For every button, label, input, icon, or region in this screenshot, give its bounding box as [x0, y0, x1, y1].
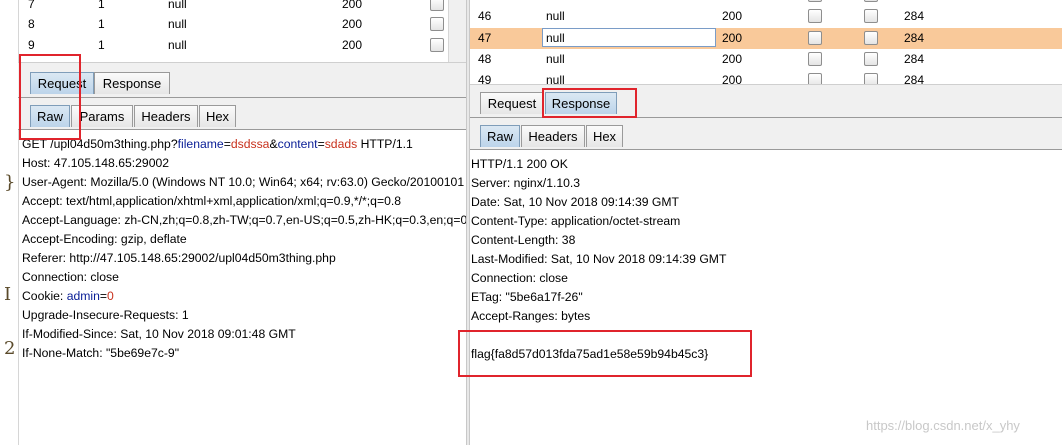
row-col2: 1: [98, 17, 105, 31]
tab-request[interactable]: Request: [480, 92, 544, 114]
row-checkbox[interactable]: [808, 52, 822, 66]
response-header-line: Server: nginx/1.10.3: [471, 176, 581, 190]
table-row[interactable]: 49 null 200 284: [470, 70, 1062, 84]
row-status: 200: [722, 31, 743, 45]
row-payload: null: [546, 52, 565, 66]
response-header-line: Accept-Ranges: bytes: [471, 309, 591, 323]
left-pane: } I 2 7 1 null 200 8 1 null 200 9 1 null…: [0, 0, 466, 445]
response-header-line: Date: Sat, 10 Nov 2018 09:14:39 GMT: [471, 195, 679, 209]
gutter-glyph: }: [4, 172, 16, 193]
row-checkbox[interactable]: [808, 31, 822, 45]
request-header-line: User-Agent: Mozilla/5.0 (Windows NT 10.0…: [22, 175, 466, 189]
row-status: 200: [722, 0, 742, 2]
request-raw-editor[interactable]: GET /upl04d50m3thing.php?filename=dsdssa…: [18, 130, 466, 445]
row-status: 200: [722, 73, 743, 84]
right-sub-tabbar: Raw Headers Hex: [470, 118, 1062, 150]
row-status: 200: [342, 17, 363, 31]
row-col2: 1: [98, 38, 105, 52]
tab-headers[interactable]: Headers: [134, 105, 198, 127]
left-main-tabbar: Request Response: [18, 68, 466, 98]
row-status: 200: [342, 38, 363, 52]
table-row-selected[interactable]: 47 null 200 284: [470, 28, 1062, 49]
table-row[interactable]: 8 1 null 200: [18, 14, 448, 35]
row-status: 200: [342, 0, 363, 11]
row-checkbox[interactable]: [430, 38, 444, 52]
gutter-glyph: 2: [4, 338, 16, 359]
request-header-line: Accept-Encoding: gzip, deflate: [22, 232, 187, 246]
annotation-box: [19, 54, 81, 140]
request-cookie-line: Cookie: admin=0: [22, 289, 114, 303]
table-row[interactable]: 46 null 200 284: [470, 6, 1062, 27]
response-raw-editor[interactable]: HTTP/1.1 200 OK Server: nginx/1.10.3 Dat…: [470, 150, 1062, 445]
request-header-line: Host: 47.105.148.65:29002: [22, 156, 170, 170]
row-number: 46: [478, 9, 492, 23]
row-payload: null: [546, 31, 565, 45]
row-checkbox[interactable]: [864, 31, 878, 45]
row-length: 284: [904, 73, 925, 84]
response-header-line: Last-Modified: Sat, 10 Nov 2018 09:14:39…: [471, 252, 727, 266]
payload-edit-cell[interactable]: null: [542, 28, 716, 47]
request-header-line: Upgrade-Insecure-Requests: 1: [22, 308, 189, 322]
row-checkbox[interactable]: [430, 0, 444, 11]
request-header-line: Accept-Language: zh-CN,zh;q=0.8,zh-TW;q=…: [22, 213, 466, 227]
response-status-line: HTTP/1.1 200 OK: [471, 157, 568, 171]
response-header-line: Connection: close: [471, 271, 568, 285]
table-row[interactable]: 9 1 null 200: [18, 35, 448, 56]
row-number: 49: [478, 73, 492, 84]
row-checkbox[interactable]: [430, 17, 444, 31]
row-payload: null: [546, 73, 565, 84]
response-header-line: Content-Type: application/octet-stream: [471, 214, 681, 228]
gutter-glyph: I: [4, 284, 12, 305]
annotation-box: [458, 330, 752, 377]
row-payload: null: [168, 17, 187, 31]
row-checkbox[interactable]: [808, 0, 822, 2]
left-gutter: } I 2: [0, 0, 19, 445]
row-payload: null: [546, 0, 565, 2]
annotation-box: [542, 88, 637, 118]
response-header-line: Content-Length: 38: [471, 233, 576, 247]
tab-hex[interactable]: Hex: [199, 105, 236, 127]
request-header-line: Connection: close: [22, 270, 119, 284]
row-checkbox[interactable]: [864, 0, 878, 2]
table-row[interactable]: 7 1 null 200: [18, 0, 448, 15]
row-checkbox[interactable]: [808, 9, 822, 23]
request-header-line: Accept: text/html,application/xhtml+xml,…: [22, 194, 402, 208]
row-length: 284: [904, 0, 924, 2]
results-table-left: 7 1 null 200 8 1 null 200 9 1 null 200: [18, 0, 448, 62]
row-checkbox[interactable]: [864, 9, 878, 23]
row-col2: 1: [98, 0, 105, 11]
row-status: 200: [722, 52, 743, 66]
tab-headers[interactable]: Headers: [521, 125, 585, 147]
tab-raw[interactable]: Raw: [480, 125, 520, 147]
table-row[interactable]: 48 null 200 284: [470, 49, 1062, 70]
request-header-line: If-None-Match: "5be69e7c-9": [22, 346, 180, 360]
row-length: 284: [904, 31, 925, 45]
request-header-line: If-Modified-Since: Sat, 10 Nov 2018 09:0…: [22, 327, 296, 341]
row-number: 45: [478, 0, 491, 2]
watermark: https://blog.csdn.net/x_yhy: [866, 418, 1020, 433]
right-pane: Request Response Raw Headers Hex HTTP/1.…: [470, 88, 1062, 445]
row-number: 47: [478, 31, 492, 45]
request-header-line: Referer: http://47.105.148.65:29002/upl0…: [22, 251, 336, 265]
row-payload: null: [168, 38, 187, 52]
tab-response[interactable]: Response: [94, 72, 170, 94]
row-number: 8: [28, 17, 35, 31]
results-table-right: 45 null 200 284 46 null 200 284 47 null …: [470, 0, 1062, 84]
row-number: 9: [28, 38, 35, 52]
row-payload: null: [168, 0, 187, 11]
tab-hex[interactable]: Hex: [586, 125, 623, 147]
row-number: 48: [478, 52, 492, 66]
row-number: 7: [28, 0, 35, 11]
row-length: 284: [904, 9, 925, 23]
response-header-line: ETag: "5be6a17f-26": [471, 290, 583, 304]
table-scrollbar[interactable]: [448, 0, 466, 62]
row-checkbox[interactable]: [808, 73, 822, 84]
row-checkbox[interactable]: [864, 52, 878, 66]
left-sub-tabbar: Raw Params Headers Hex: [18, 98, 466, 130]
row-status: 200: [722, 9, 743, 23]
row-checkbox[interactable]: [864, 73, 878, 84]
row-length: 284: [904, 52, 925, 66]
row-payload: null: [546, 9, 565, 23]
